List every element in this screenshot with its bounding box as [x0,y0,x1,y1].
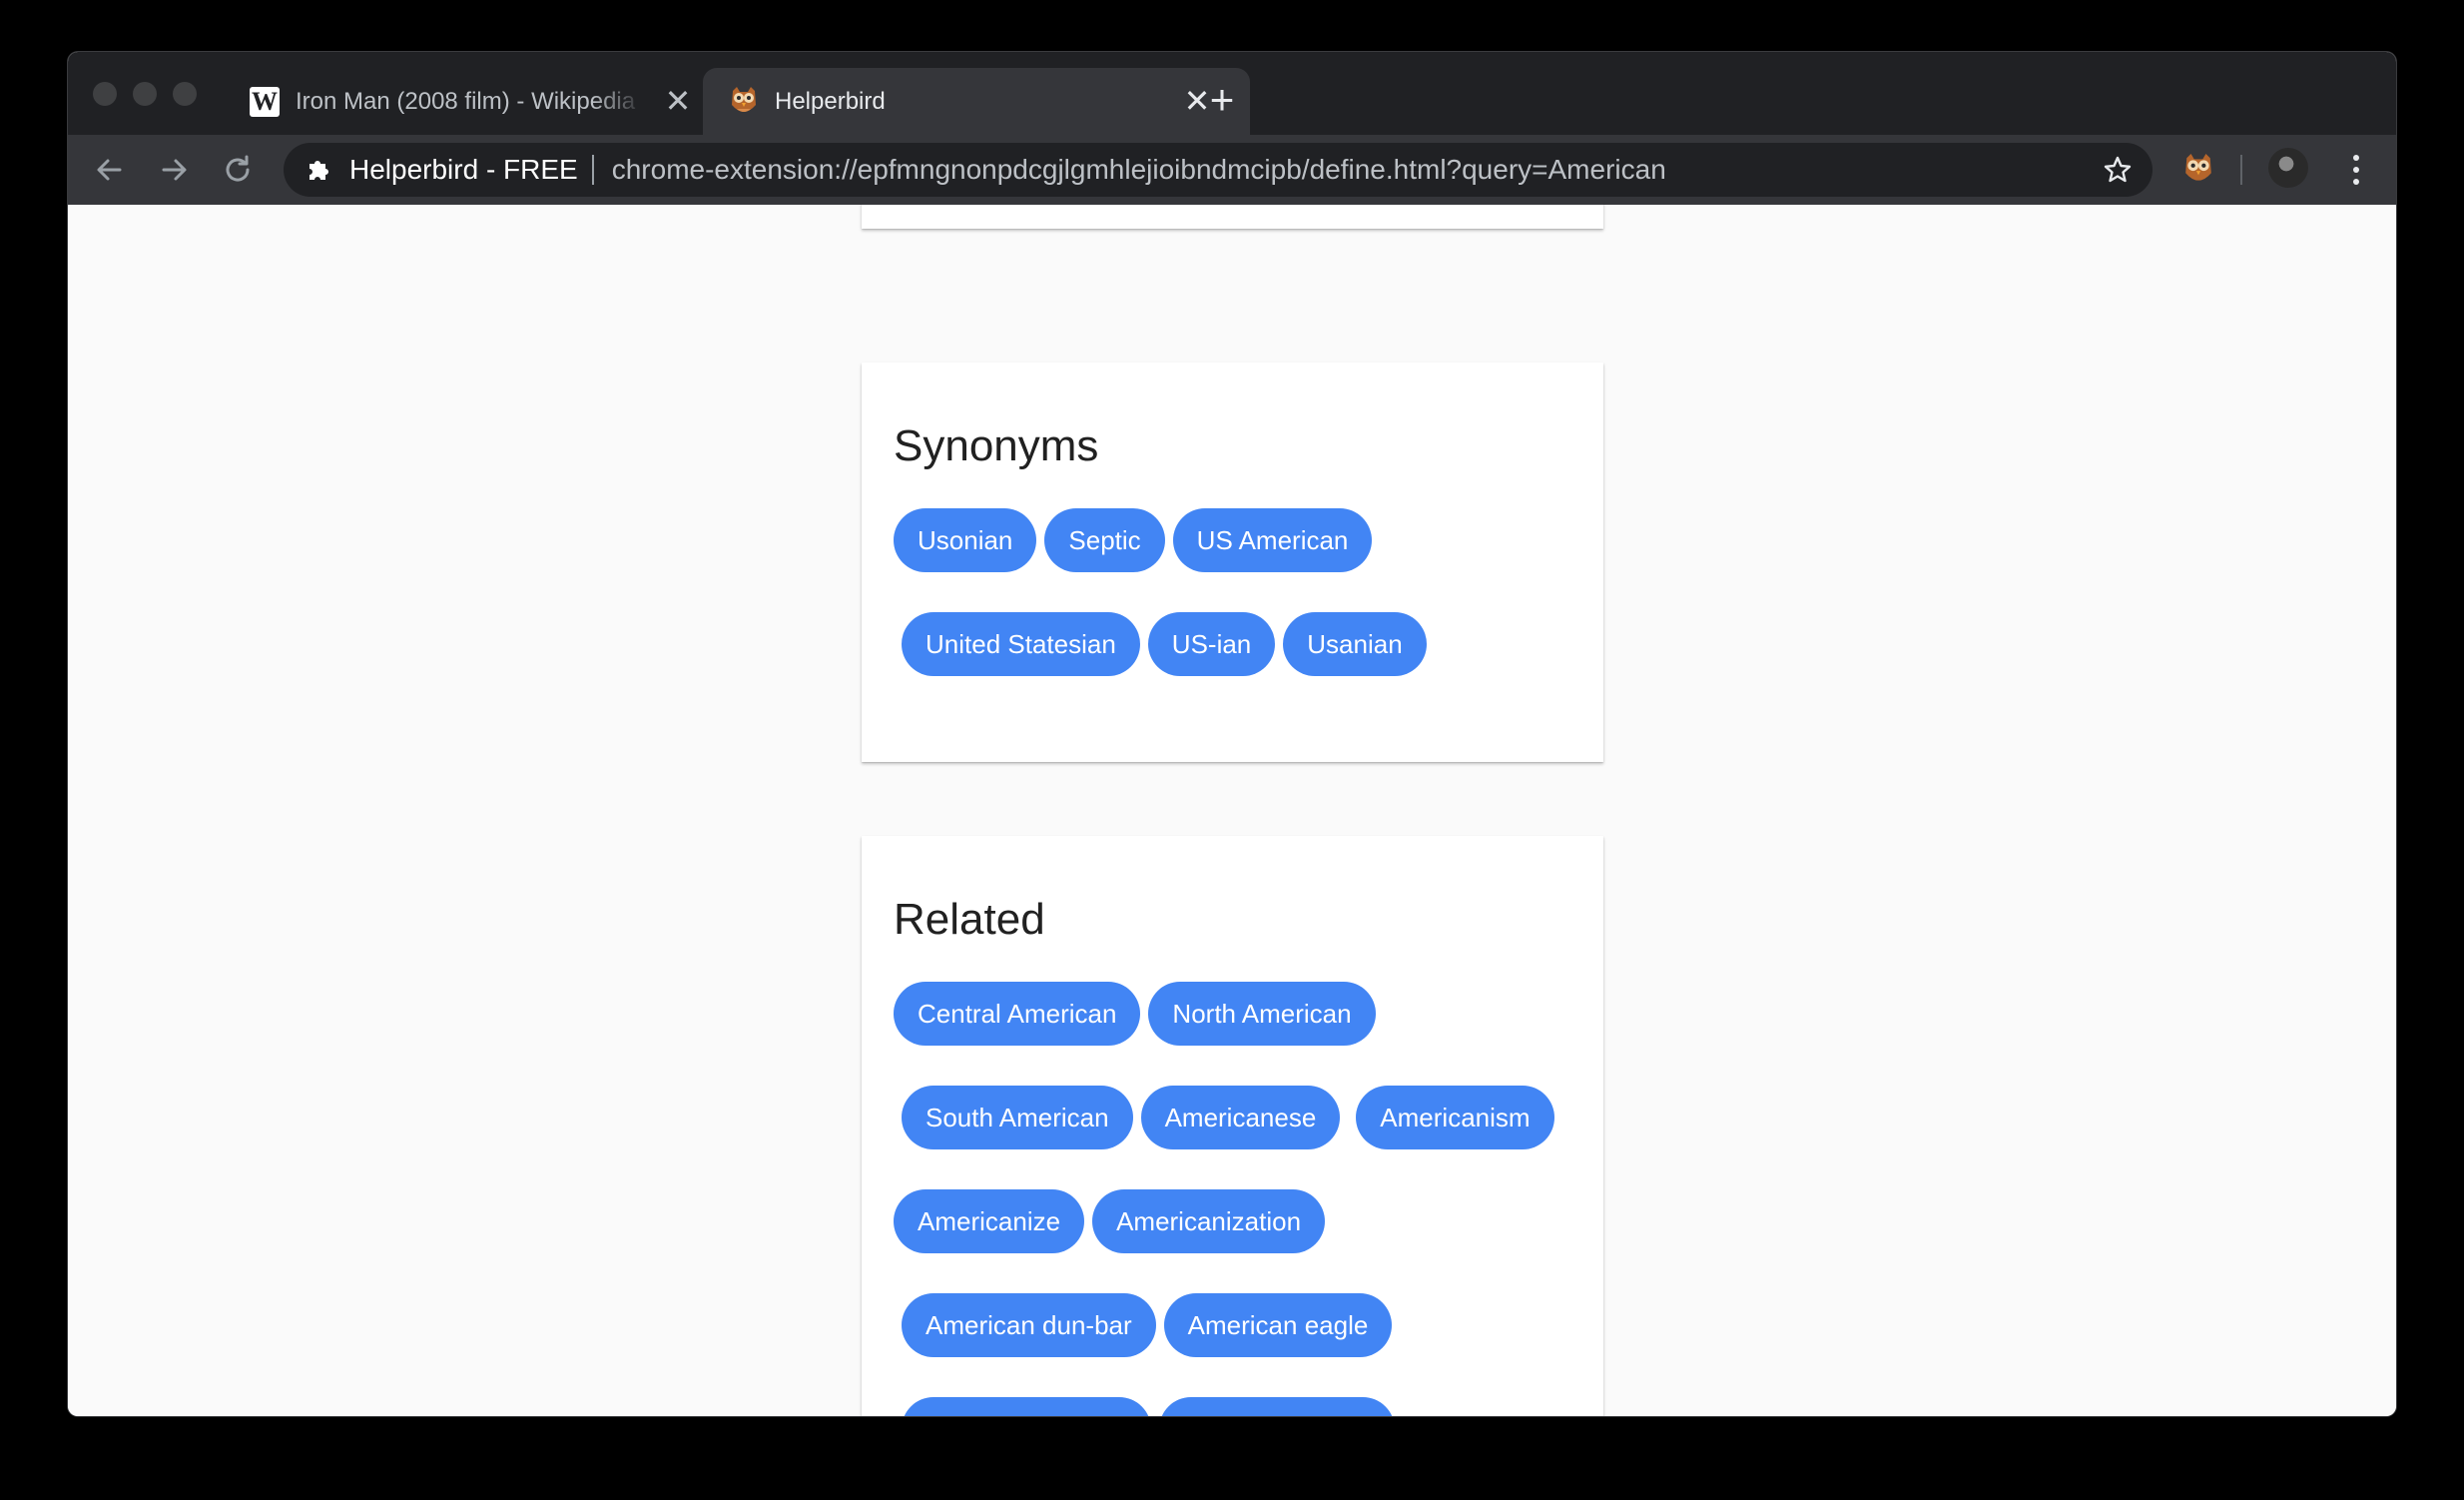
wikipedia-favicon-icon: W [250,86,280,117]
related-chip[interactable]: Americanization [1092,1189,1326,1253]
profile-avatar[interactable] [2268,148,2308,188]
tab-wikipedia[interactable]: W Iron Man (2008 film) - Wikipedia ✕ [228,68,757,135]
owl-favicon-icon [732,86,756,112]
synonym-chip[interactable]: United Statesian [902,612,1140,676]
omnibox-divider [591,155,594,185]
zoom-window-button[interactable] [173,82,197,106]
related-card: Related Central American North American … [862,836,1603,1416]
helperbird-extension-owl-icon[interactable] [2182,150,2214,190]
reload-icon[interactable] [218,150,258,190]
synonym-chip[interactable]: Septic [1044,508,1165,572]
tab-strip: W Iron Man (2008 film) - Wikipedia ✕ Hel… [68,52,2396,135]
toolbar-separator [2240,155,2242,185]
bookmark-star-icon[interactable] [2103,155,2133,185]
forward-arrow-icon[interactable] [154,150,194,190]
related-chip[interactable]: American option [1159,1397,1396,1416]
page-content: Synonyms Usonian Septic US American Unit… [68,205,2396,1416]
related-chip[interactable]: South American [902,1086,1133,1149]
puzzle-extension-icon [309,161,328,180]
close-tab-icon[interactable]: ✕ [663,85,693,117]
tab-helperbird[interactable]: Helperbird ✕ [703,68,1250,135]
browser-toolbar: Helperbird - FREE chrome-extension://epf… [68,135,2396,205]
related-chip[interactable]: American dun-bar [902,1293,1156,1357]
related-chip[interactable]: Americanize [894,1189,1085,1253]
tab-title: Helperbird [775,87,886,115]
synonyms-card: Synonyms Usonian Septic US American Unit… [862,363,1603,762]
url-text[interactable]: chrome-extension://epfmngnonpdcgjlgmhlej… [612,154,1666,186]
synonym-chip[interactable]: US American [1172,508,1373,572]
related-chip[interactable]: Americanese [1140,1086,1341,1149]
new-tab-button[interactable]: + [1202,79,1242,121]
close-window-button[interactable] [93,82,117,106]
synonym-chip[interactable]: US-ian [1147,612,1276,676]
related-chip-list: Central American North American South Am… [894,982,1571,1416]
site-info-chip[interactable]: Helperbird - FREE [349,154,578,186]
browser-window: W Iron Man (2008 film) - Wikipedia ✕ Hel… [68,52,2396,1416]
previous-card [862,205,1603,229]
back-arrow-icon[interactable] [90,150,130,190]
related-heading: Related [894,895,1045,944]
synonyms-chip-list: Usonian Septic US American United States… [894,508,1571,716]
synonym-chip[interactable]: Usanian [1283,612,1427,676]
related-chip[interactable]: North American [1148,982,1376,1046]
more-menu-icon[interactable] [2346,151,2366,189]
related-chip[interactable]: American English [902,1397,1152,1416]
synonym-chip[interactable]: Usonian [894,508,1037,572]
related-chip[interactable]: Americanism [1356,1086,1554,1149]
address-bar[interactable]: Helperbird - FREE chrome-extension://epf… [284,143,2153,197]
synonyms-heading: Synonyms [894,421,1099,470]
related-chip[interactable]: American eagle [1163,1293,1393,1357]
minimize-window-button[interactable] [133,82,157,106]
related-chip[interactable]: Central American [894,982,1141,1046]
tab-title: Iron Man (2008 film) - Wikipedia [296,87,636,115]
